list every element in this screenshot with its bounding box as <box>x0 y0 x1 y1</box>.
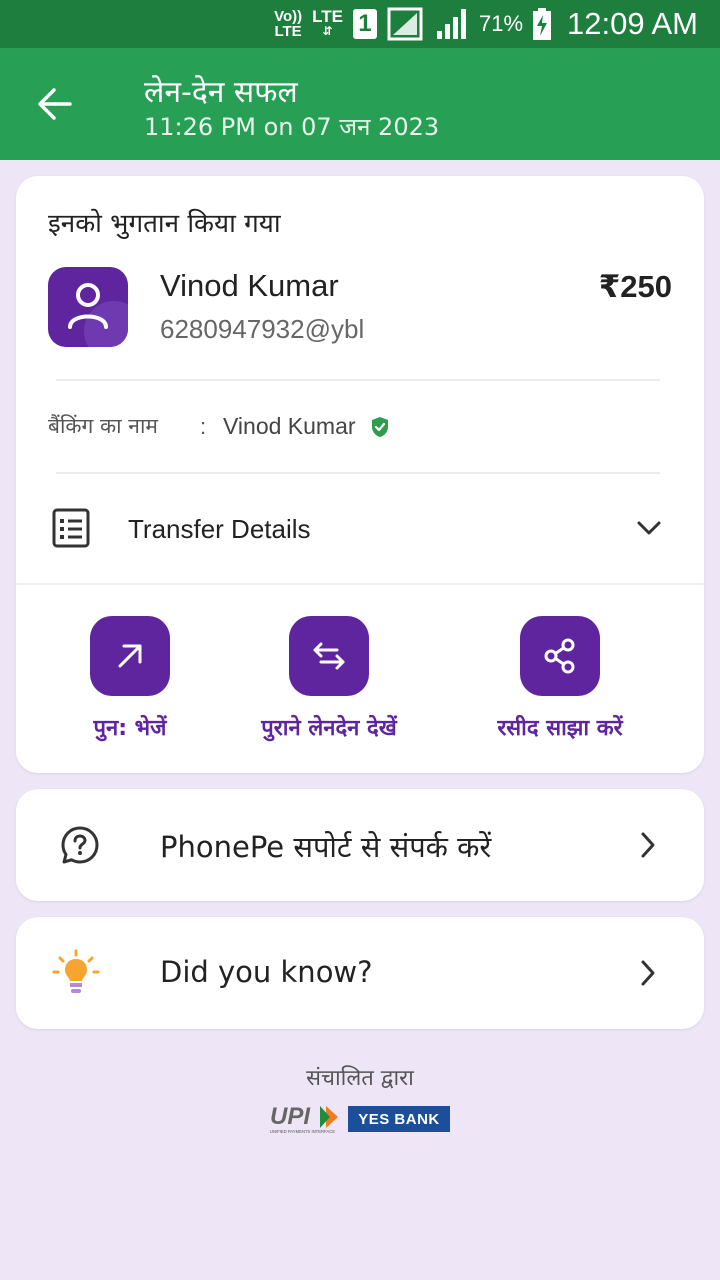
section-separator <box>16 583 704 585</box>
network-indicator: LTE ⇵ <box>312 7 343 38</box>
transfer-details-toggle[interactable]: Transfer Details <box>16 476 704 584</box>
contact-support-row[interactable]: PhonePe सपोर्ट से संपर्क करें <box>16 789 704 901</box>
svg-text:UNIFIED PAYMENTS INTERFACE: UNIFIED PAYMENTS INTERFACE <box>270 1129 335 1134</box>
battery-charging-icon <box>533 8 552 40</box>
data-arrows-icon: ⇵ <box>322 24 333 38</box>
volte-text: Vo)) <box>274 8 303 25</box>
clock: 12:09 AM <box>567 6 698 41</box>
paid-to-label: इनको भुगतान किया गया <box>48 209 281 239</box>
banking-name-label: बैंकिंग का नाम <box>48 414 158 438</box>
chevron-right-icon <box>641 960 655 986</box>
network-type: LTE <box>312 7 343 26</box>
share-receipt-icon-button[interactable] <box>520 616 600 696</box>
view-history-label: पुराने लेनदेन देखें <box>261 716 397 741</box>
battery-percent: 71% <box>478 11 524 36</box>
payee-name: Vinod Kumar <box>160 268 339 303</box>
list-document-icon <box>52 508 90 548</box>
app-bar: लेन-देन सफल 11:26 PM on 07 जन 2023 <box>0 48 720 160</box>
cell-signal-icon <box>436 9 466 39</box>
verified-shield-icon <box>372 417 388 437</box>
transaction-card: इनको भुगतान किया गया Vinod Kumar 6280947… <box>16 176 704 773</box>
send-again-label: पुन: भेजें <box>93 716 167 741</box>
volte-lte-text: LTE <box>274 23 302 40</box>
view-history-icon-button[interactable] <box>289 616 369 696</box>
did-you-know-label: Did you know? <box>160 955 373 989</box>
banking-name-value: Vinod Kumar <box>223 413 356 439</box>
share-receipt-label: रसीद साझा करें <box>497 716 623 741</box>
back-button[interactable] <box>34 84 78 124</box>
lightbulb-icon <box>52 949 100 993</box>
contact-support-label: PhonePe सपोर्ट से संपर्क करें <box>160 830 492 864</box>
chevron-down-icon <box>637 521 661 535</box>
wifi-signal-icon <box>387 7 423 41</box>
view-history-button[interactable]: पुराने लेनदेन देखें <box>219 616 439 742</box>
transfer-details-label: Transfer Details <box>128 514 311 544</box>
sim-icon: 1 <box>352 9 377 39</box>
share-icon <box>544 638 575 674</box>
avatar <box>48 267 128 347</box>
divider <box>56 472 660 474</box>
action-bar: पुन: भेजें पुराने लेनदेन देखें रसीद साझा… <box>16 616 704 756</box>
payee-upi-id: 6280947932@ybl <box>160 314 365 344</box>
svg-text:UPI: UPI <box>270 1103 311 1130</box>
swap-arrows-icon <box>313 642 345 670</box>
chevron-right-icon <box>641 832 655 858</box>
powered-by-label: संचालित द्वारा <box>306 1066 414 1091</box>
upi-logo: UPI UNIFIED PAYMENTS INTERFACE <box>270 1103 338 1134</box>
yes-bank-logo: YES BANK <box>348 1106 450 1132</box>
send-again-button[interactable]: पुन: भेजें <box>20 616 240 742</box>
back-arrow-icon <box>38 88 72 120</box>
did-you-know-row[interactable]: Did you know? <box>16 917 704 1029</box>
status-bar: Vo)) LTE LTE ⇵ 1 71% 12:09 AM <box>0 0 720 48</box>
partner-logos: UPI UNIFIED PAYMENTS INTERFACE YES BANK <box>268 1102 452 1136</box>
amount: ₹250 <box>598 269 672 304</box>
banking-name-colon: : <box>200 414 207 439</box>
arrow-up-right-icon <box>118 644 142 668</box>
volte-indicator: Vo)) LTE <box>274 9 302 39</box>
help-circle-icon <box>61 826 99 864</box>
transaction-timestamp: 11:26 PM on 07 जन 2023 <box>144 113 440 141</box>
person-icon <box>68 283 108 329</box>
share-receipt-button[interactable]: रसीद साझा करें <box>450 616 670 742</box>
send-again-icon-button[interactable] <box>90 616 170 696</box>
page-title: लेन-देन सफल <box>144 75 298 110</box>
divider <box>56 379 660 381</box>
